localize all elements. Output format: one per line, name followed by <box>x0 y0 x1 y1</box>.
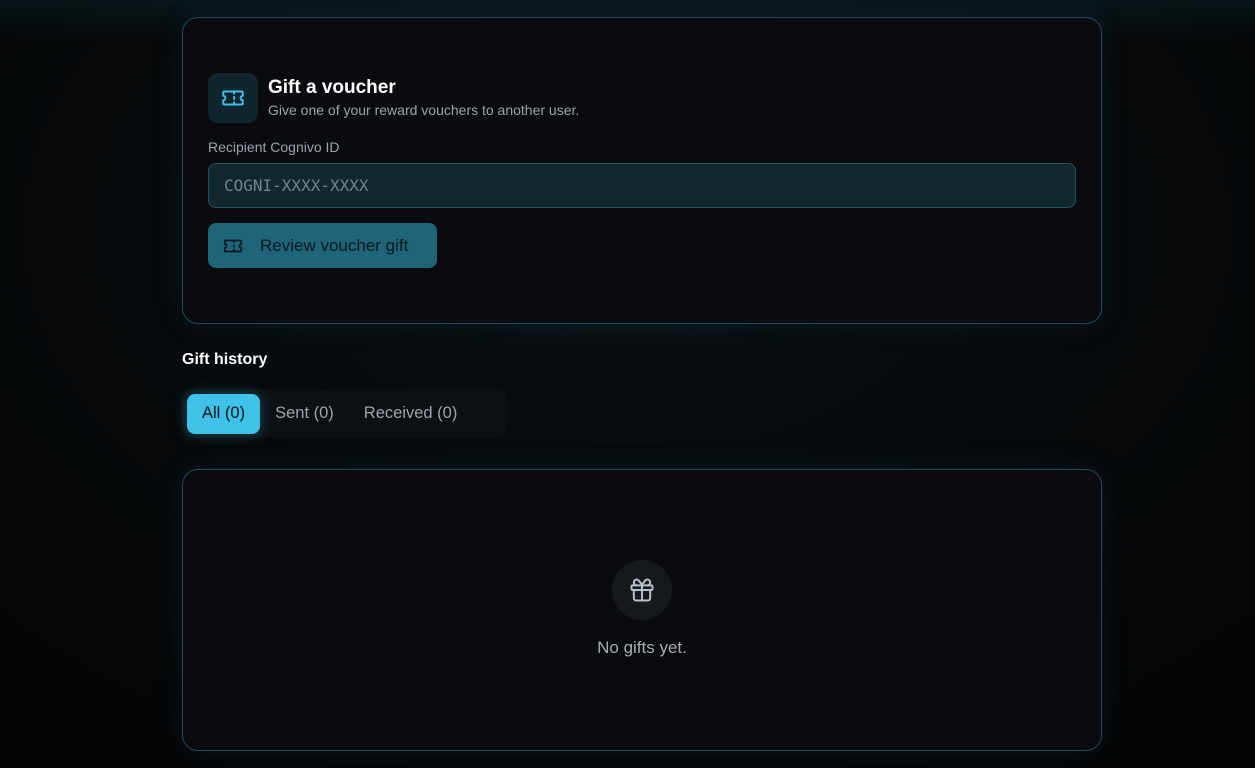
tab-received[interactable]: Received (0) <box>349 394 473 434</box>
gift-voucher-title: Gift a voucher <box>268 77 396 98</box>
ticket-icon <box>208 73 258 123</box>
review-button-label: Review voucher gift <box>260 235 409 255</box>
review-voucher-gift-button[interactable]: Review voucher gift <box>208 223 437 268</box>
gift-voucher-header: Gift a voucher Give one of your reward v… <box>208 73 579 123</box>
tab-all[interactable]: All (0) <box>187 393 261 434</box>
gift-voucher-subtitle: Give one of your reward vouchers to anot… <box>268 102 580 118</box>
recipient-id-input[interactable] <box>208 163 1076 208</box>
gift-history-card: No gifts yet. <box>182 469 1102 751</box>
empty-state-text: No gifts yet. <box>597 638 687 657</box>
gift-icon <box>612 560 672 620</box>
gift-voucher-card: Gift a voucher Give one of your reward v… <box>182 17 1102 324</box>
gift-voucher-header-text: Gift a voucher Give one of your reward v… <box>268 76 579 120</box>
gift-history-title: Gift history <box>182 351 268 368</box>
ticket-icon <box>222 235 244 257</box>
gift-history-tabs: All (0) Sent (0) Received (0) <box>182 389 507 438</box>
recipient-id-label: Recipient Cognivo ID <box>208 139 340 155</box>
tab-sent[interactable]: Sent (0) <box>260 394 349 434</box>
